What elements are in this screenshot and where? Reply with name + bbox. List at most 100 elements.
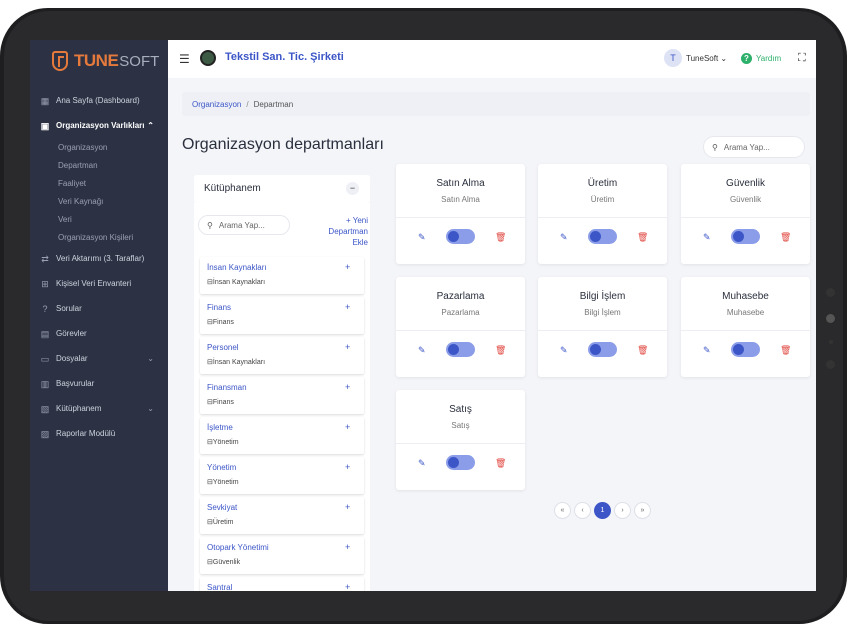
sidebar-subitem-organization-people[interactable]: Organizasyon Kişileri — [30, 228, 168, 246]
page-1-button[interactable]: 1 — [594, 502, 611, 519]
sidebar-subitem-organization[interactable]: Organizasyon — [30, 138, 168, 156]
brand-logo[interactable]: TUNE SOFT — [52, 48, 159, 74]
plus-icon[interactable]: + — [345, 462, 350, 472]
company-avatar[interactable] — [200, 50, 216, 66]
plus-icon[interactable]: + — [345, 422, 350, 432]
fullscreen-icon[interactable]: ⛶ — [798, 52, 806, 65]
library-item-name: Otopark Yönetimi — [207, 543, 269, 552]
list-item[interactable]: Otopark Yönetimi + ⊟Güvenlik — [200, 537, 364, 574]
sidebar-item-organization-assets[interactable]: ▣ Organizasyon Varlıkları ⌃ — [30, 113, 168, 138]
help-link[interactable]: Yardım — [756, 54, 781, 63]
folder-icon: ▭ — [40, 353, 50, 364]
brand-part-1: TUNE — [74, 51, 119, 70]
trash-icon[interactable]: 🗑 — [780, 232, 791, 243]
sidebar-item-files[interactable]: ▭ Dosyalar ⌄ — [30, 346, 168, 371]
plus-icon[interactable]: + — [345, 382, 350, 392]
sidebar-item-dashboard[interactable]: ▦ Ana Sayfa (Dashboard) — [30, 88, 168, 113]
menu-icon[interactable]: ☰ — [179, 52, 190, 66]
user-avatar[interactable]: T — [664, 49, 682, 67]
sidebar-subitem-activity[interactable]: Faaliyet — [30, 174, 168, 192]
edit-icon[interactable]: ✎ — [560, 345, 568, 356]
sidebar-subitem-department[interactable]: Departman — [30, 156, 168, 174]
sidebar-subitem-data-source[interactable]: Veri Kaynağı — [30, 192, 168, 210]
sidebar-item-label: Kişisel Veri Envanteri — [56, 279, 132, 288]
tablet-side-dots — [826, 288, 836, 378]
department-card: Satış Satış ✎ 🗑 — [396, 390, 525, 490]
department-name: Bilgi İşlem — [579, 291, 626, 302]
toggle-knob — [590, 344, 601, 355]
trash-icon[interactable]: 🗑 — [637, 232, 648, 243]
sidebar-item-library[interactable]: ▧ Kütüphanem ⌄ — [30, 396, 168, 421]
help-icon[interactable]: ? — [741, 53, 752, 64]
building-icon: ▣ — [40, 120, 50, 131]
plus-icon[interactable]: + — [345, 302, 350, 312]
trash-icon[interactable]: 🗑 — [637, 345, 648, 356]
search-icon: ⚲ — [207, 220, 213, 230]
trash-icon[interactable]: 🗑 — [780, 345, 791, 356]
company-name[interactable]: Tekstil San. Tic. Şirketi — [225, 51, 344, 63]
sidebar-item-applications[interactable]: ▥ Başvurular — [30, 371, 168, 396]
trash-icon[interactable]: 🗑 — [495, 232, 506, 243]
department-subtitle: Muhasebe — [726, 308, 765, 317]
user-menu[interactable]: TuneSoft ⌄ — [686, 54, 727, 63]
list-item[interactable]: Santral + — [200, 577, 364, 591]
active-toggle[interactable] — [446, 455, 475, 470]
last-page-button[interactable]: » — [634, 502, 651, 519]
trash-icon[interactable]: 🗑 — [495, 345, 506, 356]
add-department-button[interactable]: + Yeni Departman Ekle — [312, 215, 368, 248]
edit-icon[interactable]: ✎ — [418, 458, 426, 469]
list-item[interactable]: İşletme + ⊟Yönetim — [200, 417, 364, 454]
breadcrumb-root[interactable]: Organizasyon — [192, 100, 241, 109]
next-page-button[interactable]: › — [614, 502, 631, 519]
sidebar-item-reports[interactable]: ▨ Raporlar Modülü — [30, 421, 168, 446]
department-name: Üretim — [587, 178, 618, 189]
chevron-down-icon: ⌄ — [147, 354, 154, 363]
sidebar-item-data-transfer[interactable]: ⇄ Veri Aktarımı (3. Taraflar) — [30, 246, 168, 271]
sidebar-item-personal-data-inventory[interactable]: ⊞ Kişisel Veri Envanteri — [30, 271, 168, 296]
library-item-category: ⊟Finans — [207, 399, 234, 406]
sidebar-item-tasks[interactable]: ▤ Görevler — [30, 321, 168, 346]
edit-icon[interactable]: ✎ — [560, 232, 568, 243]
prev-page-button[interactable]: ‹ — [574, 502, 591, 519]
plus-icon[interactable]: + — [345, 342, 350, 352]
application-icon: ▥ — [40, 378, 50, 389]
sidebar-subitem-data[interactable]: Veri — [30, 210, 168, 228]
list-item[interactable]: Finansman + ⊟Finans — [200, 377, 364, 414]
active-toggle[interactable] — [731, 229, 760, 244]
edit-icon[interactable]: ✎ — [418, 232, 426, 243]
library-search-input[interactable]: ⚲ Arama Yap... — [198, 215, 290, 235]
active-toggle[interactable] — [588, 342, 617, 357]
plus-icon[interactable]: + — [345, 502, 350, 512]
report-icon: ▨ — [40, 428, 50, 439]
department-name: Muhasebe — [722, 291, 769, 302]
search-icon: ⚲ — [712, 142, 718, 152]
library-icon: ▧ — [40, 403, 50, 414]
search-input[interactable]: ⚲ Arama Yap... — [703, 136, 805, 158]
department-subtitle: Satış — [451, 421, 470, 430]
list-item[interactable]: Yönetim + ⊟Yönetim — [200, 457, 364, 494]
active-toggle[interactable] — [731, 342, 760, 357]
department-card: Bilgi İşlem Bilgi İşlem ✎ 🗑 — [538, 277, 667, 377]
library-item-category: ⊟Üretim — [207, 519, 234, 526]
edit-icon[interactable]: ✎ — [703, 345, 711, 356]
department-subtitle: Pazarlama — [441, 308, 480, 317]
active-toggle[interactable] — [446, 229, 475, 244]
trash-icon[interactable]: 🗑 — [495, 458, 506, 469]
toggle-knob — [448, 457, 459, 468]
edit-icon[interactable]: ✎ — [703, 232, 711, 243]
collapse-icon[interactable]: − — [346, 182, 359, 195]
plus-icon[interactable]: + — [345, 582, 350, 591]
active-toggle[interactable] — [446, 342, 475, 357]
list-item[interactable]: Personel + ⊟İnsan Kaynakları — [200, 337, 364, 374]
plus-icon[interactable]: + — [345, 542, 350, 552]
list-item[interactable]: İnsan Kaynakları + ⊟İnsan Kaynakları — [200, 257, 364, 294]
edit-icon[interactable]: ✎ — [418, 345, 426, 356]
page-title: Organizasyon departmanları — [182, 136, 384, 153]
list-item[interactable]: Sevkiyat + ⊟Üretim — [200, 497, 364, 534]
plus-icon[interactable]: + — [345, 262, 350, 272]
pagination: « ‹ 1 › » — [554, 502, 654, 519]
active-toggle[interactable] — [588, 229, 617, 244]
first-page-button[interactable]: « — [554, 502, 571, 519]
list-item[interactable]: Finans + ⊟Finans — [200, 297, 364, 334]
sidebar-item-questions[interactable]: ? Sorular — [30, 296, 168, 321]
